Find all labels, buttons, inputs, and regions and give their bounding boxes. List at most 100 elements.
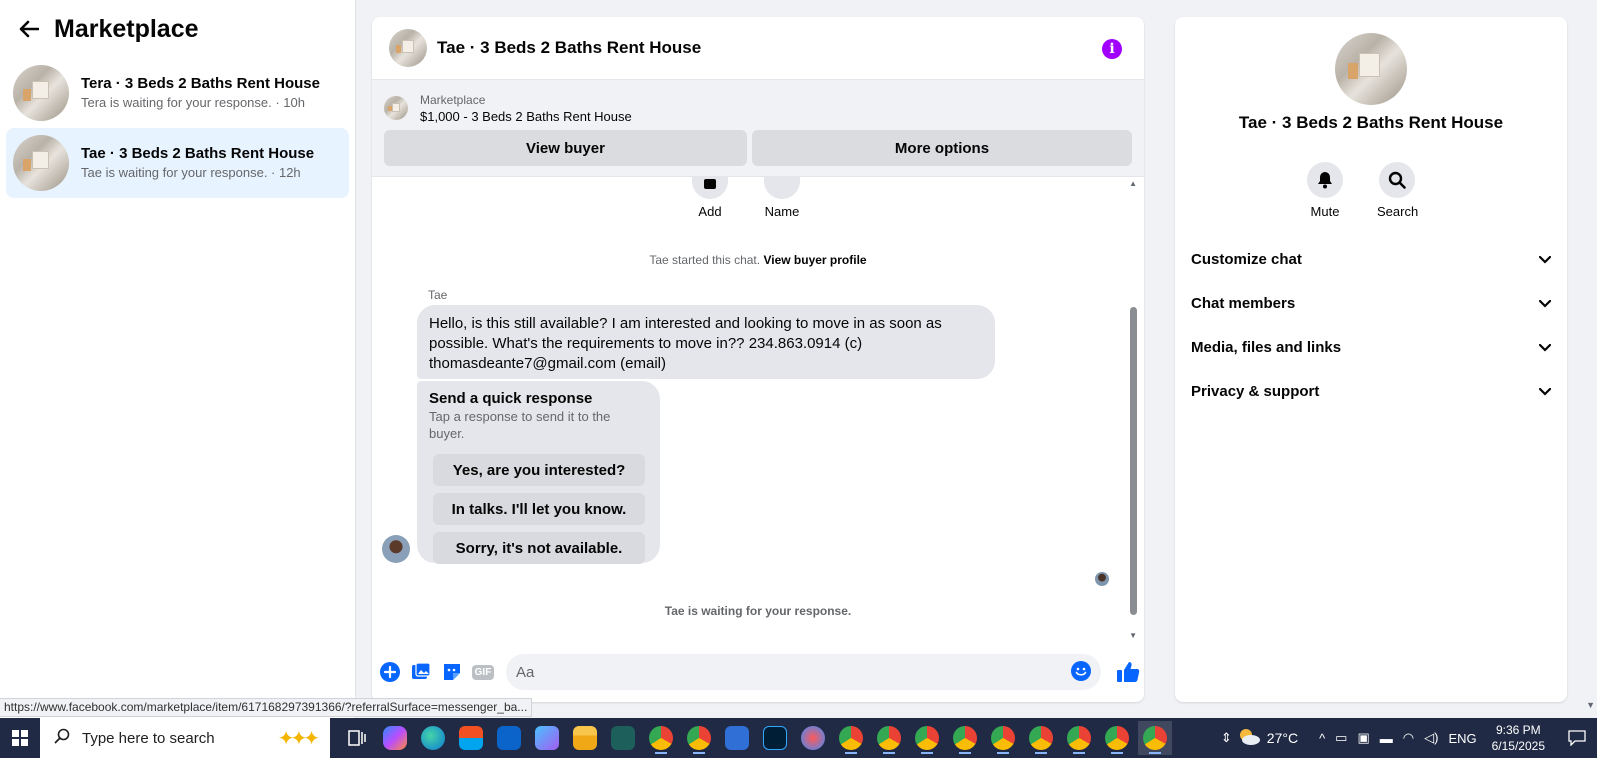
edge-icon[interactable] bbox=[416, 721, 450, 755]
marketplace-buttons: View buyer More options bbox=[384, 130, 1132, 166]
chrome-icon[interactable] bbox=[948, 721, 982, 755]
taskbar-search[interactable]: Type here to search ✦✦✦ bbox=[40, 718, 330, 758]
view-buyer-button[interactable]: View buyer bbox=[384, 130, 747, 166]
chrome-icon[interactable] bbox=[1024, 721, 1058, 755]
language-indicator[interactable]: ENG bbox=[1448, 731, 1476, 746]
mute-button[interactable]: Mute bbox=[1305, 162, 1345, 219]
conversation-title: Tera · 3 Beds 2 Baths Rent House bbox=[81, 75, 320, 92]
chevron-down-icon bbox=[1538, 339, 1552, 356]
chevron-up-icon[interactable]: ^ bbox=[1319, 731, 1325, 746]
message-area[interactable]: Add Name Tae started this chat. View buy… bbox=[372, 177, 1144, 642]
taskbar-apps bbox=[340, 721, 1172, 755]
info-sections: Customize chat Chat members Media, files… bbox=[1191, 237, 1552, 413]
info-icon[interactable]: i bbox=[1102, 39, 1122, 59]
chat-title[interactable]: Tae · 3 Beds 2 Baths Rent House bbox=[437, 38, 701, 58]
quick-response-in-talks-button[interactable]: In talks. I'll let you know. bbox=[433, 493, 645, 525]
photoshop-icon[interactable] bbox=[758, 721, 792, 755]
paint-icon[interactable] bbox=[796, 721, 830, 755]
weather-temperature[interactable]: 27°C bbox=[1267, 730, 1298, 746]
windows-taskbar: Type here to search ✦✦✦ ⇕ 27°C ^ ▭ ▣ ▬ ◠… bbox=[0, 718, 1597, 758]
message-input[interactable] bbox=[516, 663, 1071, 681]
more-options-button[interactable]: More options bbox=[752, 130, 1132, 166]
gif-icon[interactable]: GIF bbox=[468, 657, 498, 687]
chat-members-section[interactable]: Chat members bbox=[1191, 281, 1552, 325]
tray-scroll-icon[interactable]: ⇕ bbox=[1221, 730, 1232, 746]
file-explorer-icon[interactable] bbox=[568, 721, 602, 755]
outlook-icon[interactable] bbox=[492, 721, 526, 755]
add-button[interactable]: Add bbox=[687, 177, 733, 219]
chrome-icon[interactable] bbox=[834, 721, 868, 755]
like-icon[interactable] bbox=[1113, 657, 1143, 687]
conversation-info-panel: Tae · 3 Beds 2 Baths Rent House Mute Sea… bbox=[1175, 17, 1567, 702]
wifi-icon[interactable]: ◠ bbox=[1403, 730, 1414, 746]
emoji-icon[interactable] bbox=[1071, 660, 1091, 684]
info-avatar[interactable] bbox=[1335, 33, 1407, 105]
chat-header: Tae · 3 Beds 2 Baths Rent House i bbox=[372, 17, 1144, 80]
chrome-icon[interactable] bbox=[644, 721, 678, 755]
marketplace-listing[interactable]: Marketplace $1,000 - 3 Beds 2 Baths Rent… bbox=[384, 90, 1132, 126]
name-label: Name bbox=[764, 204, 800, 219]
system-tray: ⇕ 27°C ^ ▭ ▣ ▬ ◠ ◁) ENG 9:36 PM 6/15/202… bbox=[1216, 718, 1597, 758]
add-label: Add bbox=[698, 204, 722, 219]
sender-name: Tae bbox=[428, 288, 448, 302]
chat-avatar[interactable] bbox=[389, 29, 427, 67]
chrome-icon[interactable] bbox=[910, 721, 944, 755]
scrollbar[interactable] bbox=[1130, 307, 1137, 615]
page-scroll-down-icon[interactable]: ▼ bbox=[1586, 700, 1595, 710]
chat-started-notice: Tae started this chat. View buyer profil… bbox=[372, 253, 1144, 267]
media-files-links-section[interactable]: Media, files and links bbox=[1191, 325, 1552, 369]
name-button[interactable]: Name bbox=[759, 177, 805, 219]
search-label: Search bbox=[1377, 204, 1419, 219]
conversation-sidebar: Marketplace Tera · 3 Beds 2 Baths Rent H… bbox=[0, 0, 356, 718]
quick-response-yes-button[interactable]: Yes, are you interested? bbox=[433, 454, 645, 486]
conversation-subtitle: Tae is waiting for your response. · 12h bbox=[81, 165, 301, 180]
sticker-icon[interactable] bbox=[437, 657, 467, 687]
chrome-icon[interactable] bbox=[872, 721, 906, 755]
chat-actions: Add Name bbox=[687, 177, 805, 219]
meet-icon[interactable]: ▭ bbox=[1335, 730, 1347, 746]
sender-avatar[interactable] bbox=[382, 535, 410, 563]
quick-response-not-available-button[interactable]: Sorry, it's not available. bbox=[433, 532, 645, 564]
pencil-icon bbox=[764, 177, 800, 199]
photo-icon[interactable] bbox=[406, 657, 436, 687]
copilot-icon[interactable] bbox=[378, 721, 412, 755]
chevron-down-icon bbox=[1538, 251, 1552, 268]
privacy-support-section[interactable]: Privacy & support bbox=[1191, 369, 1552, 413]
message-bubble: Hello, is this still available? I am int… bbox=[417, 305, 995, 379]
microsoft-store-icon[interactable] bbox=[454, 721, 488, 755]
display-icon[interactable]: ▣ bbox=[1357, 730, 1369, 746]
customize-chat-section[interactable]: Customize chat bbox=[1191, 237, 1552, 281]
chrome-icon[interactable] bbox=[1100, 721, 1134, 755]
plus-icon[interactable] bbox=[375, 657, 405, 687]
scroll-up-icon[interactable]: ▲ bbox=[1129, 179, 1137, 188]
status-bar-url: https://www.facebook.com/marketplace/ite… bbox=[0, 698, 533, 717]
waiting-notice: Tae is waiting for your response. bbox=[664, 604, 852, 618]
task-view-icon[interactable] bbox=[340, 721, 374, 755]
view-buyer-profile-link[interactable]: View buyer profile bbox=[763, 253, 866, 267]
chrome-icon[interactable] bbox=[1138, 721, 1172, 755]
app-icon[interactable] bbox=[606, 721, 640, 755]
start-button[interactable] bbox=[0, 718, 40, 758]
chrome-icon[interactable] bbox=[986, 721, 1020, 755]
weather-icon[interactable] bbox=[1237, 727, 1261, 750]
sidebar-header: Marketplace bbox=[0, 0, 355, 58]
chrome-icon[interactable] bbox=[682, 721, 716, 755]
chevron-down-icon bbox=[1538, 295, 1552, 312]
battery-icon[interactable]: ▬ bbox=[1380, 731, 1393, 746]
quick-response-subtitle: Tap a response to send it to the buyer. bbox=[429, 409, 611, 441]
clock-time: 9:36 PM bbox=[1495, 723, 1541, 737]
conversation-item-tae[interactable]: Tae · 3 Beds 2 Baths Rent House Tae is w… bbox=[6, 128, 349, 198]
scroll-down-icon[interactable]: ▼ bbox=[1129, 631, 1137, 640]
listing-thumbnail bbox=[384, 96, 408, 120]
volume-icon[interactable]: ◁) bbox=[1424, 730, 1438, 746]
document-app-icon[interactable] bbox=[720, 721, 754, 755]
started-text: Tae started this chat. bbox=[649, 253, 761, 267]
notification-icon[interactable] bbox=[1557, 730, 1597, 746]
clock[interactable]: 9:36 PM 6/15/2025 bbox=[1492, 722, 1545, 754]
conversation-subtitle: Tera is waiting for your response. · 10h bbox=[81, 95, 305, 110]
chrome-icon[interactable] bbox=[1062, 721, 1096, 755]
search-button[interactable]: Search bbox=[1377, 162, 1419, 219]
back-arrow-icon[interactable] bbox=[16, 16, 42, 42]
m365-icon[interactable] bbox=[530, 721, 564, 755]
conversation-item-tera[interactable]: Tera · 3 Beds 2 Baths Rent House Tera is… bbox=[6, 58, 349, 128]
